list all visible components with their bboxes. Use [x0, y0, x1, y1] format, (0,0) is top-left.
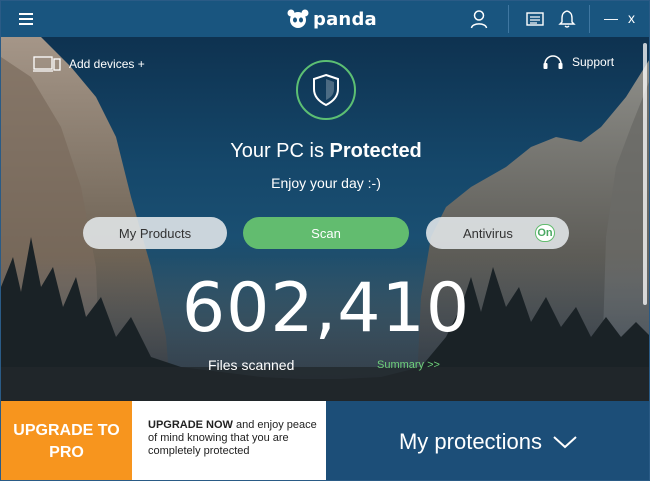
- status-prefix: Your PC is: [230, 140, 330, 162]
- my-protections-button[interactable]: My protections: [326, 401, 649, 480]
- news-icon[interactable]: [525, 9, 545, 29]
- bell-icon[interactable]: [557, 9, 577, 29]
- upgrade-now-bold: UPGRADE NOW: [148, 419, 233, 431]
- support-label: Support: [572, 55, 615, 69]
- shield-icon: [296, 60, 356, 120]
- status-state: Protected: [329, 140, 422, 162]
- devices-icon: [33, 56, 61, 72]
- my-protections-label: My protections: [398, 428, 543, 454]
- scrollbar[interactable]: [643, 43, 647, 305]
- summary-link[interactable]: Summary >>: [377, 359, 440, 371]
- menu-icon[interactable]: [19, 13, 33, 25]
- panda-logo: panda: [287, 8, 377, 30]
- support-link[interactable]: Support: [542, 51, 614, 73]
- user-icon[interactable]: [469, 9, 489, 29]
- panda-logo-icon: [287, 9, 309, 28]
- titlebar-divider: [508, 5, 509, 33]
- upgrade-info-text: UPGRADE NOW and enjoy peace of mind know…: [132, 401, 326, 480]
- chevron-down-icon: [553, 435, 577, 448]
- titlebar-divider: [589, 5, 590, 33]
- antivirus-button[interactable]: Antivirus On: [426, 217, 569, 249]
- protection-status-panel: Add devices + Support Your PC is Protect…: [1, 37, 649, 401]
- add-devices-link[interactable]: Add devices +: [33, 55, 145, 73]
- scan-button[interactable]: Scan: [243, 217, 409, 249]
- files-scanned-label: Files scanned: [208, 357, 295, 373]
- logo-text: panda: [313, 8, 377, 30]
- app-window: panda — x Add devices + Support Your PC …: [0, 0, 650, 481]
- antivirus-label: Antivirus: [463, 225, 513, 241]
- minimize-button[interactable]: —: [604, 10, 618, 26]
- headset-icon: [543, 55, 563, 69]
- upgrade-to-pro-button[interactable]: UPGRADE TO PRO: [1, 401, 132, 480]
- close-button[interactable]: x: [628, 10, 635, 26]
- title-bar: panda — x: [1, 1, 649, 37]
- files-scanned-count: 602,410: [181, 269, 471, 348]
- add-devices-label: Add devices +: [69, 57, 145, 71]
- my-products-button[interactable]: My Products: [83, 217, 227, 249]
- status-subtitle: Enjoy your day :-): [271, 175, 381, 191]
- protection-status-text: Your PC is Protected: [1, 140, 649, 163]
- antivirus-toggle[interactable]: On: [535, 224, 555, 242]
